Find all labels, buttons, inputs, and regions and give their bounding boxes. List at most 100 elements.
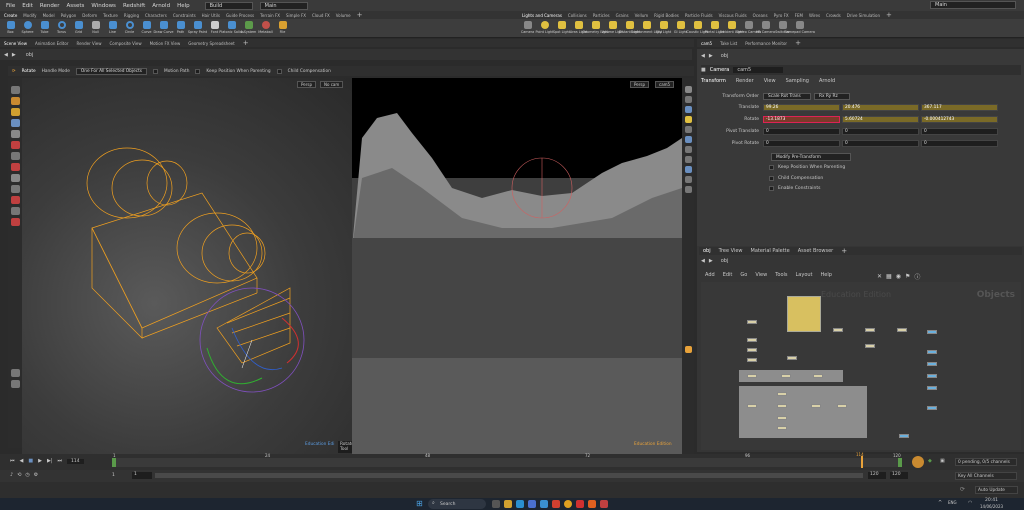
network-node[interactable] <box>837 404 847 408</box>
motion-path-checkbox[interactable] <box>153 68 159 74</box>
network-node[interactable] <box>777 392 787 396</box>
menu-edit[interactable]: Edit <box>723 272 733 278</box>
wifi-icon[interactable]: ◠ <box>968 500 972 506</box>
tool-file[interactable]: File <box>274 19 291 34</box>
perspective-viewport[interactable]: Persp No cam Education Edi Rotate Tool <box>22 78 357 454</box>
menu-layout[interactable]: Layout <box>796 272 813 278</box>
shelf-tab[interactable]: Rigid Bodies <box>654 13 679 18</box>
tool-grid[interactable]: Grid <box>70 19 87 34</box>
shelf-tab[interactable]: Volume <box>336 13 351 18</box>
tab-transform[interactable]: Transform <box>701 78 726 84</box>
snapshot-icon[interactable] <box>684 186 692 193</box>
handle-icon[interactable] <box>10 152 20 160</box>
network-node[interactable] <box>897 328 907 332</box>
grid-icon[interactable] <box>684 126 692 133</box>
display-options-icon[interactable] <box>684 86 692 93</box>
pivot-tx-field[interactable]: 0 <box>763 127 840 135</box>
network-node[interactable] <box>813 374 823 378</box>
shelf-tab[interactable]: Rigging <box>124 13 139 18</box>
render-region-icon[interactable] <box>10 380 20 388</box>
chrome-icon[interactable] <box>564 500 572 508</box>
forward-arrow-icon[interactable]: ▶ <box>709 258 713 264</box>
auto-update-dropdown[interactable]: Auto Update <box>975 486 1018 494</box>
explorer-icon[interactable] <box>504 500 512 508</box>
shelf-tab[interactable]: Particle Fluids <box>685 13 713 18</box>
tool-camera[interactable]: Camera <box>519 19 536 34</box>
select-icon[interactable] <box>10 86 20 94</box>
update-icon[interactable]: ⟳ <box>960 486 965 493</box>
menu-add[interactable]: Add <box>705 272 715 278</box>
build-dropdown[interactable]: Build <box>204 1 253 10</box>
wireframe-icon[interactable] <box>684 96 692 103</box>
tool-lsystem[interactable]: L-System <box>240 19 257 34</box>
range-start2-field[interactable]: 1 <box>132 472 152 479</box>
scale-icon[interactable] <box>10 119 20 127</box>
rotate-y-field[interactable]: 5.60724 <box>842 115 919 123</box>
tool-env-light[interactable]: Environment Light <box>631 19 662 34</box>
network-editor[interactable]: Education Edition Objects <box>701 282 1021 450</box>
shelf-tab[interactable]: Hair Utils <box>202 13 220 18</box>
tool-torus[interactable]: Torus <box>53 19 70 34</box>
network-node[interactable] <box>811 404 821 408</box>
menu-redshift[interactable]: Redshift <box>123 3 145 9</box>
eye-icon[interactable]: ◉ <box>896 273 901 280</box>
settings-icon[interactable]: ⚙ <box>34 472 38 478</box>
store-icon[interactable] <box>528 500 536 508</box>
shelf-tab[interactable]: Grains <box>616 13 629 18</box>
menu-help[interactable]: Help <box>821 272 832 278</box>
network-node[interactable] <box>777 404 787 408</box>
tab-performance-monitor[interactable]: Performance Monitor <box>745 41 787 46</box>
rotation-order-dropdown[interactable]: Rx Ry Rz <box>814 92 850 100</box>
playhead[interactable] <box>861 456 863 468</box>
tab-tree-view[interactable]: Tree View <box>719 248 743 254</box>
menu-file[interactable]: File <box>6 3 15 9</box>
visualizer-icon[interactable] <box>684 176 692 183</box>
tool-spray-paint[interactable]: Spray Paint <box>188 19 207 34</box>
tab-obj[interactable]: obj <box>703 248 711 254</box>
tab-motion-fx-view[interactable]: Motion FX View <box>150 41 181 46</box>
network-node[interactable] <box>927 350 937 354</box>
shelf-tab[interactable]: Deform <box>82 13 97 18</box>
first-frame-icon[interactable]: ⏮ <box>10 458 15 464</box>
shelf-tab[interactable]: Create <box>4 13 17 18</box>
pivot-rx-field[interactable]: 0 <box>763 139 840 147</box>
shelf-tab[interactable]: Constraints <box>173 13 196 18</box>
shelf-tab[interactable]: Simple FX <box>286 13 306 18</box>
pivot-ty-field[interactable]: 0 <box>842 127 919 135</box>
shelf-tab[interactable]: Lights and Cameras <box>522 13 562 18</box>
rotate-x-field[interactable]: -13.1873 <box>763 115 840 123</box>
flag-icon[interactable]: ⚑ <box>905 273 910 280</box>
network-node[interactable] <box>927 386 937 390</box>
network-node[interactable] <box>927 330 937 334</box>
network-path[interactable]: obj <box>721 53 729 59</box>
last-frame-icon[interactable]: ⏭ <box>58 458 63 464</box>
transform-order-dropdown[interactable]: Scale Rot Trans <box>763 92 811 100</box>
network-node[interactable] <box>787 356 797 360</box>
shelf-tab[interactable]: Terrain FX <box>260 13 280 18</box>
network-node[interactable] <box>927 374 937 378</box>
pivot-rz-field[interactable]: 0 <box>921 139 998 147</box>
shelf-tab[interactable]: Drive Simulation <box>847 13 880 18</box>
handle-mode[interactable]: Handle Mode <box>42 69 70 74</box>
shelf-tab[interactable]: FEM <box>795 13 803 18</box>
shelf-tab[interactable]: Particles <box>593 13 610 18</box>
enable-constraints-checkbox[interactable] <box>769 186 774 191</box>
loop-icon[interactable]: ⟲ <box>17 472 21 478</box>
add-tab-icon[interactable]: + <box>795 39 801 47</box>
tool-path[interactable]: Path <box>172 19 189 34</box>
ghost-icon[interactable] <box>684 136 692 143</box>
info-icon[interactable]: ⓘ <box>914 272 920 281</box>
lighting-icon[interactable] <box>684 116 692 123</box>
tab-sampling[interactable]: Sampling <box>786 78 809 84</box>
back-arrow-icon[interactable]: ◀ <box>701 53 705 59</box>
timeline-scrubber[interactable]: 114 <box>112 452 902 468</box>
magnet-icon[interactable] <box>10 196 20 204</box>
current-frame-field[interactable]: 114 <box>67 458 84 464</box>
tab-scene-view[interactable]: Scene View <box>4 41 27 46</box>
menu-go[interactable]: Go <box>740 272 747 278</box>
shelf-tab[interactable]: Modify <box>23 13 36 18</box>
network-path[interactable]: obj <box>721 258 729 264</box>
network-node[interactable] <box>777 416 787 420</box>
add-shelf-icon[interactable]: + <box>886 11 892 19</box>
tab-animation-editor[interactable]: Animation Editor <box>35 41 69 46</box>
